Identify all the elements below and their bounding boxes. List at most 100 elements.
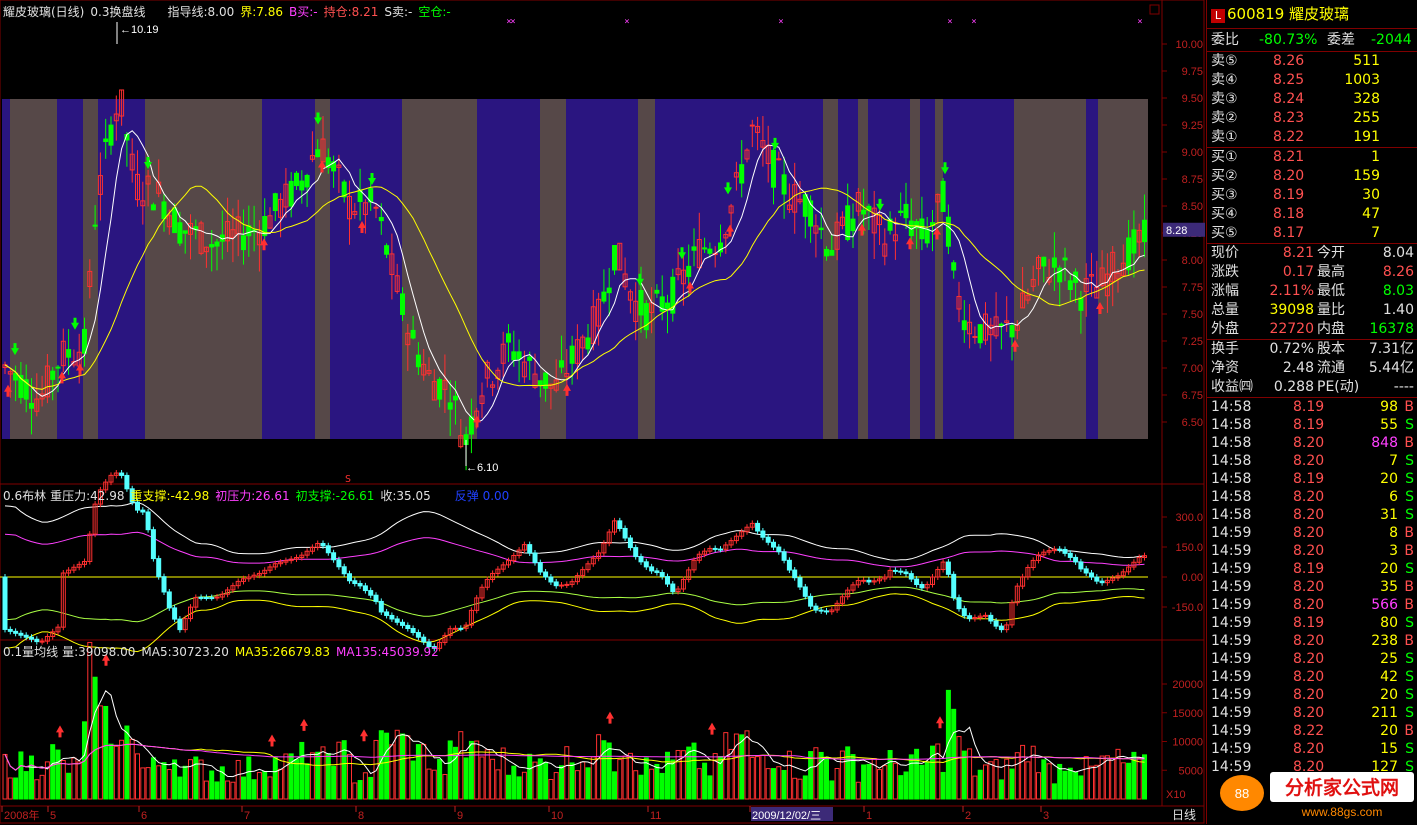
tick-row[interactable]: 14:58 8.20 6 S [1207, 488, 1417, 506]
bid-label: 买⑤ [1211, 225, 1238, 241]
candle-body [50, 370, 56, 380]
volume-bar [1025, 761, 1031, 800]
volume-bar [935, 743, 941, 800]
bid-volume: 1 [1371, 149, 1380, 165]
tick-row[interactable]: 14:59 8.20 238 B [1207, 632, 1417, 650]
volume-bar [506, 774, 511, 800]
stat-row: 涨幅 2.11% 最低 8.03 [1207, 282, 1417, 301]
ask-price: 8.26 [1273, 53, 1305, 69]
kline-chart[interactable]: 10.009.759.509.259.008.758.508.258.007.7… [0, 0, 1205, 824]
volume-bar [150, 757, 156, 800]
tick-row[interactable]: 14:59 8.20 8 B [1207, 524, 1417, 542]
tick-row[interactable]: 14:59 8.20 211 S [1207, 704, 1417, 722]
ask-list: 卖⑤ 8.26 511 卖④ 8.25 1003 卖③ 8.24 328 卖② 8.23 255 卖① 8… [1207, 51, 1417, 147]
volume-bar [161, 762, 167, 800]
tick-row[interactable]: 14:59 8.22 20 B [1207, 722, 1417, 740]
stat-value: 8.26 [1382, 264, 1414, 280]
init-pressure: 初压力:26.61 [215, 489, 290, 503]
tick-volume: 6 [1389, 489, 1398, 505]
boll-body [13, 630, 19, 634]
tick-row[interactable]: 14:58 8.20 31 S [1207, 506, 1417, 524]
chart-area[interactable]: 10.009.759.509.259.008.758.508.258.007.7… [0, 0, 1205, 824]
tick-row[interactable]: 14:59 8.20 15 S [1207, 740, 1417, 758]
volume-bar [172, 759, 178, 800]
candle-body [103, 138, 109, 143]
volume-bar [527, 753, 533, 800]
tick-row[interactable]: 14:59 8.20 566 B [1207, 596, 1417, 614]
stat-value: 22720 [1269, 321, 1314, 337]
finance-list: 换手 0.72% 股本 7.31亿 净资 2.48 流通 5.44亿 收益㈣ 0.288 PE(动)… [1207, 339, 1417, 397]
empty-value: 空仓:- [418, 5, 451, 19]
bid-row: 买① 8.21 1 [1207, 148, 1417, 167]
tick-row[interactable]: 14:59 8.20 35 B [1207, 578, 1417, 596]
volume-bar [394, 729, 400, 800]
tick-time: 14:59 [1211, 741, 1252, 757]
tick-price: 8.20 [1293, 651, 1325, 667]
boll-body [808, 595, 814, 607]
stat-label: 内盘 [1317, 321, 1345, 337]
tick-direction: B [1404, 579, 1414, 595]
boll-body [394, 618, 400, 623]
tick-row[interactable]: 14:59 8.19 80 S [1207, 614, 1417, 632]
period-button[interactable]: 日线 [1172, 808, 1196, 822]
date-label: 10 [551, 810, 563, 822]
volume-bar [458, 731, 464, 800]
volume-bar [1120, 762, 1126, 800]
tick-direction: B [1404, 597, 1414, 613]
tick-row[interactable]: 14:59 8.19 20 S [1207, 560, 1417, 578]
candle-body [601, 291, 607, 302]
tick-row[interactable]: 14:59 8.20 3 B [1207, 542, 1417, 560]
tick-row[interactable]: 14:59 8.20 42 S [1207, 668, 1417, 686]
volume-bar [447, 740, 453, 800]
volume-bar [670, 759, 676, 800]
boll-body [898, 570, 904, 573]
boll-body [415, 632, 421, 638]
volume-bar [352, 782, 358, 800]
tick-row[interactable]: 14:58 8.19 20 S [1207, 470, 1417, 488]
boll-body [617, 520, 623, 529]
tick-row[interactable]: 14:58 8.20 7 S [1207, 452, 1417, 470]
tick-row[interactable]: 14:58 8.20 848 B [1207, 434, 1417, 452]
boll-body [712, 547, 718, 550]
ask-label: 卖④ [1211, 72, 1238, 88]
background-band [838, 99, 858, 439]
candle-body [182, 230, 188, 234]
boll-body [331, 552, 337, 561]
candle-body [903, 203, 909, 219]
tick-direction: S [1405, 741, 1414, 757]
bid-price: 8.21 [1273, 149, 1305, 165]
boll-body [622, 527, 628, 539]
tick-volume: 211 [1371, 705, 1398, 721]
background-band [566, 99, 638, 439]
tick-volume: 25 [1380, 651, 1398, 667]
volume-bar [1014, 752, 1020, 800]
boll-close: 收:35.05 [380, 489, 431, 503]
heavy-support: 重支撑:-42.98 [130, 489, 210, 503]
tick-row[interactable]: 14:59 8.20 20 S [1207, 686, 1417, 704]
date-label: 2 [965, 810, 971, 822]
volume-bar [961, 750, 967, 800]
candle-body [92, 224, 98, 227]
tick-list[interactable]: 14:58 8.19 98 B 14:58 8.19 55 S 14:58 8.20 848 B 14:… [1207, 397, 1417, 776]
tick-row[interactable]: 14:59 8.20 25 S [1207, 650, 1417, 668]
boll-body [951, 573, 957, 599]
volume-bar [824, 756, 829, 800]
bid-label: 买④ [1211, 206, 1238, 222]
boll-body [537, 562, 543, 573]
tick-row[interactable]: 14:58 8.19 55 S [1207, 416, 1417, 434]
volume-tick-label: 10000 [1172, 737, 1203, 749]
candle-body [739, 164, 745, 184]
tick-row[interactable]: 14:58 8.19 98 B [1207, 398, 1417, 416]
background-band [910, 99, 920, 439]
background-band [823, 99, 838, 439]
bid-price: 8.17 [1273, 225, 1305, 241]
volume-bar [898, 775, 904, 800]
price-tick-label: 9.50 [1182, 93, 1203, 105]
b-buy-value: B买:- [289, 5, 318, 19]
volume-bar [309, 752, 315, 800]
boll-body [209, 597, 215, 600]
volume-bar [87, 641, 93, 800]
bid-price: 8.18 [1273, 206, 1305, 222]
boll-body [7, 628, 13, 632]
wei-bi-label: 委比 [1211, 32, 1239, 48]
